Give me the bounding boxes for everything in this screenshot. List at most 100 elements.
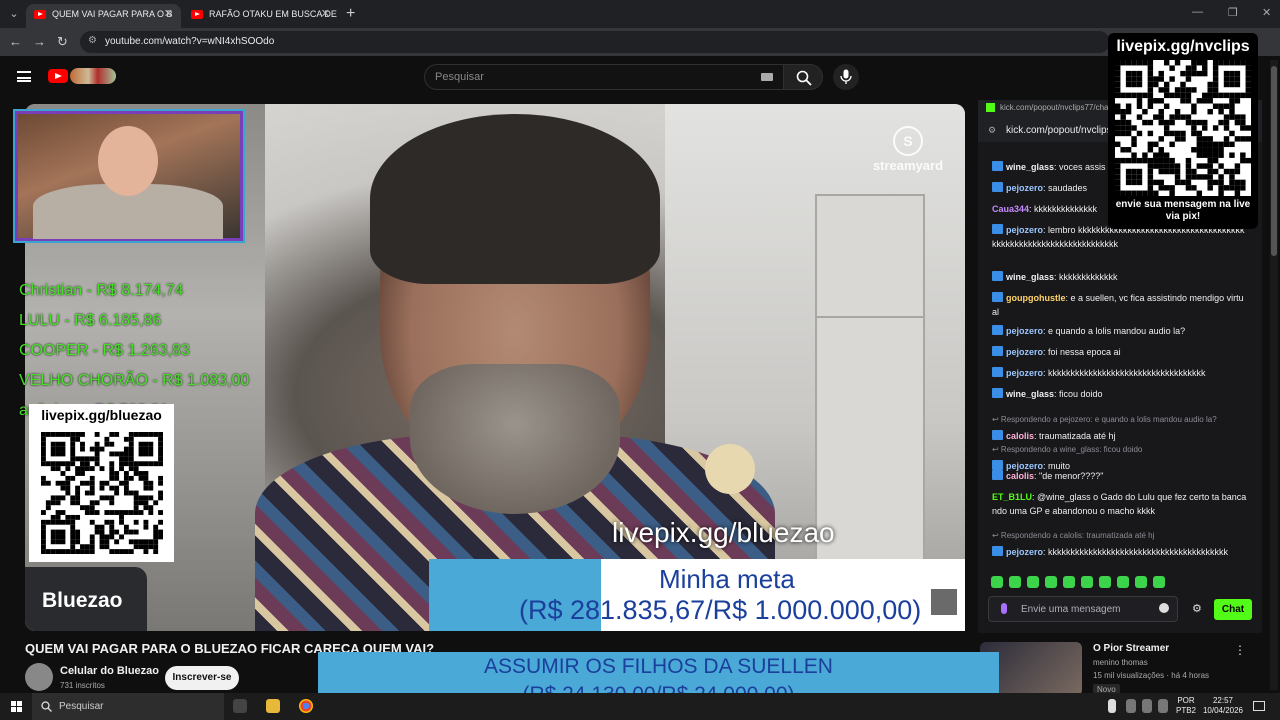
- qr-module: [89, 549, 95, 554]
- youtube-doodle[interactable]: [70, 68, 116, 84]
- close-window-icon[interactable]: ✕: [1262, 6, 1271, 19]
- keyboard-language[interactable]: POR PTB2: [1176, 696, 1196, 716]
- emote-icon[interactable]: [1081, 576, 1093, 588]
- restore-icon[interactable]: ❐: [1228, 6, 1238, 19]
- qr-module: [41, 544, 46, 550]
- chat-username[interactable]: pejozero: [1006, 347, 1043, 357]
- chat-username[interactable]: pejozero: [1006, 183, 1043, 193]
- qr-module: [60, 549, 66, 554]
- qr-module: [41, 480, 46, 486]
- back-icon[interactable]: ←: [9, 34, 22, 49]
- qr-module: [143, 475, 149, 481]
- emote-icon[interactable]: [1027, 576, 1039, 588]
- emote-icon[interactable]: [1063, 576, 1075, 588]
- recommended-channel[interactable]: menino thomas: [1093, 658, 1148, 667]
- qr-module: [1202, 141, 1208, 148]
- qr-module: [1207, 98, 1213, 104]
- emote-icon[interactable]: [1153, 576, 1165, 588]
- volume-icon[interactable]: [1142, 699, 1152, 713]
- site-info-icon[interactable]: ⚙: [88, 35, 97, 46]
- qr-module: [104, 495, 110, 501]
- qr-module: [1147, 179, 1154, 186]
- emote-icon[interactable]: [1099, 576, 1111, 588]
- recommended-title[interactable]: O Pior Streamer: [1093, 643, 1169, 654]
- tray-icon[interactable]: [1158, 699, 1168, 713]
- emote-icon[interactable]: [1135, 576, 1147, 588]
- chat-text: : kkkkkkkkkkkkkk: [1029, 204, 1098, 214]
- qr-module: [143, 441, 149, 447]
- chat-username[interactable]: wine_glass: [1006, 389, 1054, 399]
- file-explorer-icon[interactable]: [266, 699, 280, 713]
- chrome-icon[interactable]: [299, 699, 313, 713]
- network-icon[interactable]: [1126, 699, 1136, 713]
- search-button[interactable]: [783, 64, 823, 90]
- chat-username[interactable]: ET_B1LU: [992, 492, 1032, 502]
- chat-username[interactable]: goupgohustle: [1006, 293, 1066, 303]
- qr-module: [1218, 60, 1224, 66]
- more-options-icon[interactable]: ⋮: [1234, 643, 1246, 657]
- qr-module: [1202, 152, 1208, 158]
- emote-icon[interactable]: [991, 576, 1003, 588]
- search-input[interactable]: Pesquisar: [424, 64, 786, 90]
- chat-send-button[interactable]: Chat: [1214, 599, 1252, 620]
- emoji-icon[interactable]: [1159, 603, 1169, 613]
- close-tab-icon[interactable]: ✕: [321, 4, 330, 24]
- qr-module: [45, 461, 51, 467]
- microphone-icon[interactable]: [1001, 603, 1007, 614]
- tab-video[interactable]: QUEM VAI PAGAR PARA O B ✕: [26, 4, 181, 28]
- chat-username[interactable]: pejozero: [1006, 368, 1043, 378]
- qr-module: [1163, 81, 1170, 88]
- chat-username[interactable]: wine_glass: [1006, 272, 1054, 282]
- tab-search-icon[interactable]: ⌄: [6, 6, 22, 22]
- channel-name[interactable]: Celular do Bluezao: [60, 665, 159, 677]
- task-view-icon[interactable]: [233, 699, 247, 713]
- url-field[interactable]: ⚙ youtube.com/watch?v=wNI4xhSOOdo: [80, 31, 1110, 53]
- qr-module: [80, 456, 85, 462]
- qr-module: [60, 519, 66, 525]
- qr-module: [114, 490, 120, 496]
- qr-module: [1120, 108, 1126, 115]
- qr-module: [1191, 168, 1197, 175]
- minimize-icon[interactable]: —: [1192, 6, 1203, 18]
- windows-start-icon[interactable]: [11, 701, 22, 712]
- qr-module: [158, 475, 163, 481]
- taskbar-search[interactable]: Pesquisar: [32, 693, 224, 720]
- microphone-icon[interactable]: [1108, 699, 1116, 713]
- reload-icon[interactable]: ↻: [57, 34, 68, 50]
- taskbar-clock[interactable]: 22:57 10/04/2026: [1200, 696, 1246, 716]
- chat-username[interactable]: wine_glass: [1006, 162, 1054, 172]
- notification-icon[interactable]: [1253, 701, 1265, 711]
- chat-message-input[interactable]: Envie uma mensagem: [988, 596, 1178, 622]
- channel-avatar[interactable]: [25, 663, 53, 691]
- emote-icon[interactable]: [1009, 576, 1021, 588]
- menu-icon[interactable]: [17, 71, 31, 82]
- close-tab-icon[interactable]: ✕: [164, 4, 173, 24]
- qr-module: [1212, 152, 1219, 158]
- youtube-logo[interactable]: [48, 69, 68, 83]
- tab-other-video[interactable]: RAFÃO OTAKU EM BUSCA DE R ✕: [183, 4, 338, 28]
- voice-search-button[interactable]: [833, 64, 859, 90]
- subscribe-button[interactable]: Inscrever-se: [165, 666, 239, 690]
- qr-module: [1115, 174, 1121, 180]
- chat-username[interactable]: pejozero: [1006, 225, 1043, 235]
- keyboard-icon[interactable]: [761, 73, 773, 81]
- qr-module: [1229, 98, 1235, 104]
- chat-username[interactable]: calolis: [1006, 471, 1034, 481]
- chat-settings-icon[interactable]: ⚙: [1192, 602, 1202, 615]
- qr-module: [1163, 163, 1170, 169]
- new-tab-button[interactable]: +: [346, 5, 355, 23]
- chat-username[interactable]: pejozero: [1006, 547, 1043, 557]
- site-info-icon[interactable]: ⚙: [988, 125, 996, 136]
- webcam-person-head: [98, 126, 158, 196]
- emote-icon[interactable]: [1117, 576, 1129, 588]
- scrollbar-thumb[interactable]: [1271, 66, 1277, 256]
- qr-module: [55, 451, 61, 457]
- chat-username[interactable]: Caua344: [992, 204, 1029, 214]
- qr-module: [89, 485, 95, 491]
- chat-username[interactable]: pejozero: [1006, 326, 1043, 336]
- taskbar-search-placeholder: Pesquisar: [59, 701, 104, 712]
- chat-username[interactable]: calolis: [1006, 431, 1034, 441]
- forward-icon[interactable]: →: [33, 34, 46, 49]
- qr-module: [1207, 87, 1213, 93]
- emote-icon[interactable]: [1045, 576, 1057, 588]
